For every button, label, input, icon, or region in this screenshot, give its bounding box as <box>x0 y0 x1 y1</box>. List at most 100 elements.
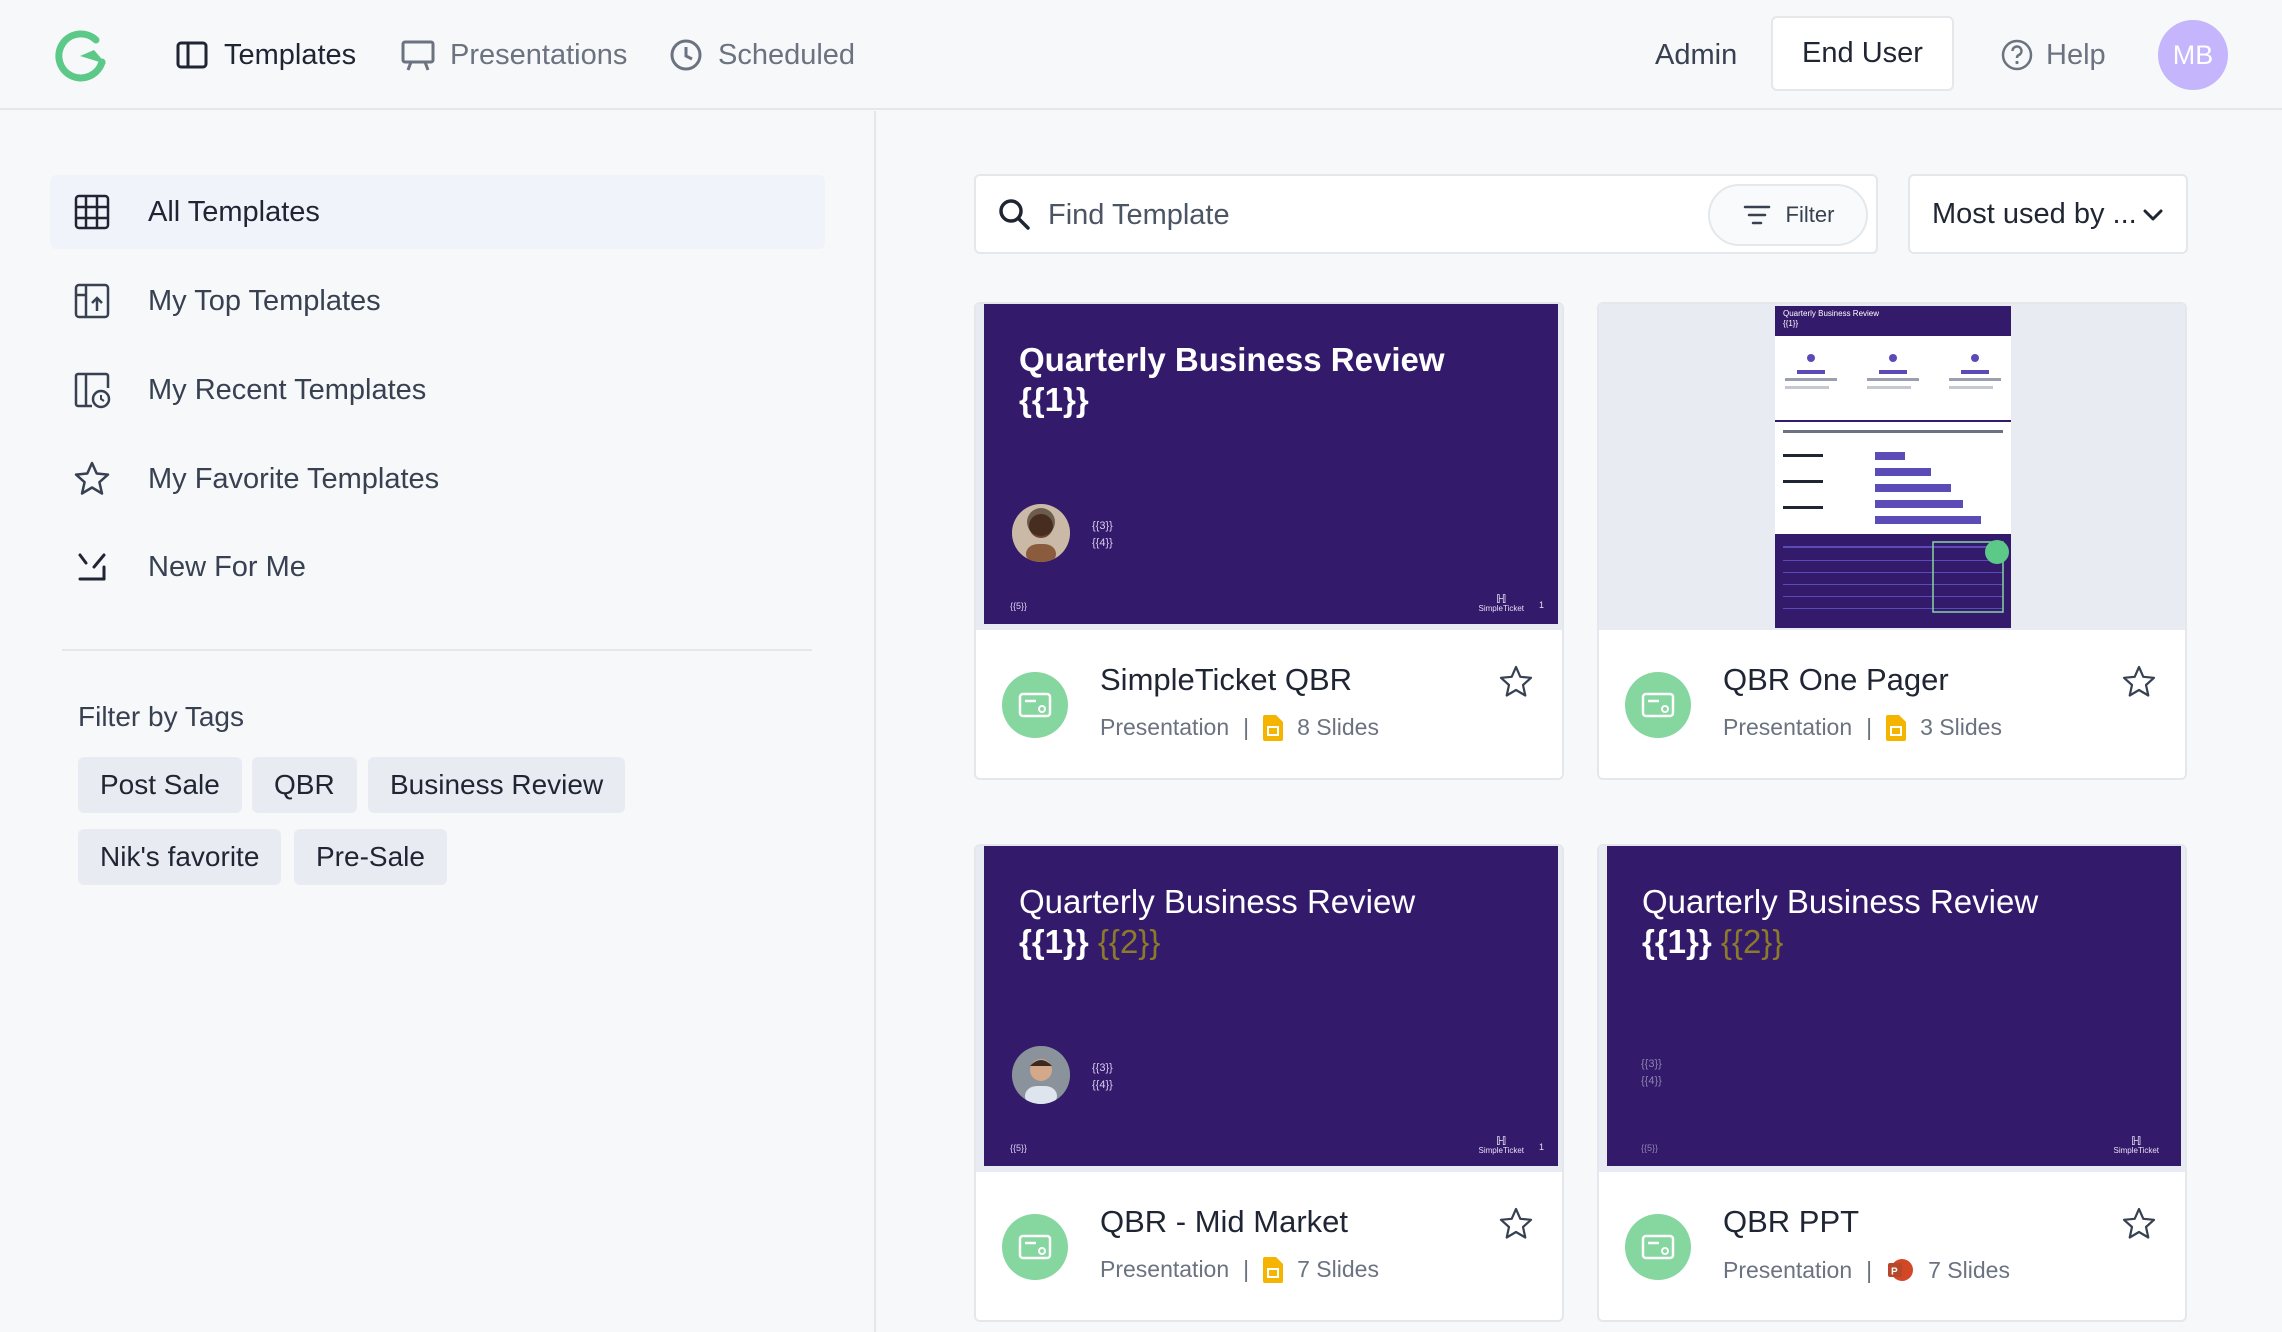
tag-post-sale[interactable]: Post Sale <box>78 757 242 813</box>
search-icon <box>999 199 1030 230</box>
favorite-star-icon[interactable] <box>1498 664 1534 700</box>
filter-by-tags-title: Filter by Tags <box>78 701 244 732</box>
svg-text:P: P <box>1891 1267 1898 1278</box>
google-slides-icon <box>1886 714 1907 741</box>
favorite-star-icon[interactable] <box>2121 664 2157 700</box>
tag-niks-favorite[interactable]: Nik's favorite <box>78 829 282 885</box>
template-thumbnail[interactable]: Quarterly Business Review {{1}} {{3}} {{… <box>976 304 1562 630</box>
sidebar-divider <box>62 649 812 651</box>
presenter-photo <box>1012 504 1070 562</box>
top-templates-icon <box>74 283 110 319</box>
template-card-info: QBR PPT Presentation | P 7 Slides <box>1599 1172 2185 1320</box>
admin-link[interactable]: Admin <box>1655 30 1737 80</box>
slide-brand-name: SimpleTicket <box>2113 1146 2160 1155</box>
slide-title-line: Quarterly Business Review <box>1019 341 1445 378</box>
template-meta: Presentation | P 7 Slides <box>1723 1256 2010 1284</box>
filter-button[interactable]: Filter <box>1708 184 1868 246</box>
user-avatar[interactable]: MB <box>2158 20 2228 90</box>
google-slides-icon <box>1263 1256 1284 1283</box>
template-card-info: QBR One Pager Presentation | 3 Slides <box>1599 630 2185 778</box>
slide-placeholder: {{4}} <box>1092 537 1113 549</box>
slide-placeholder: {{4}} <box>1092 1079 1113 1091</box>
chevron-down-icon <box>2143 209 2163 221</box>
sidebar-item-top-templates[interactable]: My Top Templates <box>50 264 825 338</box>
google-slides-icon <box>1263 714 1284 741</box>
tag-qbr[interactable]: QBR <box>252 757 357 813</box>
template-thumbnail[interactable]: Quarterly Business Review {{1}} <box>1599 304 2185 630</box>
grid-icon <box>74 194 110 230</box>
favorite-star-icon[interactable] <box>2121 1206 2157 1242</box>
sidebar-item-label: My Top Templates <box>148 284 381 317</box>
template-card[interactable]: Quarterly Business Review {{1}} {{2}} {{… <box>974 844 1564 1322</box>
nav-presentations[interactable]: Presentations <box>400 30 627 80</box>
slide-page-number: 1 <box>1538 1142 1544 1152</box>
meta-separator: | <box>1243 1256 1250 1282</box>
sidebar-item-label: All Templates <box>148 195 320 228</box>
slide-title-placeholder: {{1}} <box>1019 381 1089 418</box>
sidebar-item-all-templates[interactable]: All Templates <box>50 175 825 249</box>
slide-placeholder: {{3}} <box>1092 1062 1113 1074</box>
meta-separator: | <box>1866 714 1873 740</box>
slide-brand-logo: ℍ SimpleTicket <box>1478 592 1525 613</box>
slide-title: Quarterly Business Review {{1}} <box>1019 340 1445 420</box>
help-label: Help <box>2046 38 2106 71</box>
template-type: Presentation <box>1100 714 1230 740</box>
nav-scheduled[interactable]: Scheduled <box>668 30 855 80</box>
slide-title-line: Quarterly Business Review <box>1019 883 1416 920</box>
app-logo-icon[interactable] <box>50 26 112 84</box>
template-card-info: QBR - Mid Market Presentation | 7 Slides <box>976 1172 1562 1320</box>
meta-separator: | <box>1243 714 1250 740</box>
sort-dropdown[interactable]: Most used by ... <box>1908 174 2188 254</box>
slide-placeholder: {{3}} <box>1641 1058 1662 1070</box>
tag-pre-sale[interactable]: Pre-Sale <box>294 829 447 885</box>
slide-page-number: 1 <box>1538 600 1544 610</box>
template-title[interactable]: SimpleTicket QBR <box>1100 662 1352 698</box>
template-type: Presentation <box>1723 1256 1853 1283</box>
template-meta: Presentation | 7 Slides <box>1100 1256 1379 1283</box>
clock-icon <box>670 39 702 71</box>
slide-title-placeholder: {{1}} <box>1019 923 1089 960</box>
nav-templates[interactable]: Templates <box>174 30 356 80</box>
slide-count: 8 Slides <box>1297 714 1379 740</box>
nav-templates-label: Templates <box>224 38 357 71</box>
template-thumbnail[interactable]: Quarterly Business Review {{1}} {{2}} {{… <box>976 846 1562 1172</box>
sidebar-item-favorite-templates[interactable]: My Favorite Templates <box>50 442 825 516</box>
slide-brand-logo: ℍ SimpleTicket <box>2113 1134 2160 1155</box>
slide-title-placeholder: {{1}} <box>1642 923 1712 960</box>
nav-presentations-label: Presentations <box>450 38 628 71</box>
sidebar-item-new-for-me[interactable]: New For Me <box>50 530 825 604</box>
slide-footer-placeholder: {{5}} <box>1010 1143 1028 1153</box>
slide-title: Quarterly Business Review {{1}} {{2}} <box>1642 882 2038 962</box>
presenter-photo <box>1012 1046 1070 1104</box>
favorite-star-icon[interactable] <box>1498 1206 1534 1242</box>
help-link[interactable]: Help <box>2000 30 2106 80</box>
end-user-button[interactable]: End User <box>1771 16 1954 91</box>
help-icon <box>2001 39 2033 71</box>
template-type: Presentation <box>1100 1256 1230 1282</box>
template-card-info: SimpleTicket QBR Presentation | 8 Slides <box>976 630 1562 778</box>
slide-count: 7 Slides <box>1928 1256 2010 1283</box>
slide-preview: Quarterly Business Review {{1}} {{2}} {{… <box>1607 846 2181 1166</box>
template-meta: Presentation | 3 Slides <box>1723 714 2002 741</box>
sidebar-item-label: New For Me <box>148 550 306 583</box>
sort-selected-value: Most used by ... <box>1932 197 2137 230</box>
slide-title-placeholder: {{1}} <box>1783 319 1798 328</box>
sidebar-item-label: My Recent Templates <box>148 373 427 406</box>
template-meta: Presentation | 8 Slides <box>1100 714 1379 741</box>
tag-business-review[interactable]: Business Review <box>368 757 626 813</box>
template-thumbnail[interactable]: Quarterly Business Review {{1}} {{2}} {{… <box>1599 846 2185 1172</box>
template-card[interactable]: Quarterly Business Review {{1}} {{3}} {{… <box>974 302 1564 780</box>
template-title[interactable]: QBR - Mid Market <box>1100 1204 1348 1240</box>
slide-footer-placeholder: {{5}} <box>1641 1143 1659 1153</box>
template-title[interactable]: QBR PPT <box>1723 1204 1859 1240</box>
search-bar: Filter <box>974 174 1878 254</box>
slide-placeholder: {{4}} <box>1641 1075 1662 1087</box>
template-card[interactable]: Quarterly Business Review {{1}} QBR One … <box>1597 302 2187 780</box>
slide-count: 7 Slides <box>1297 1256 1379 1282</box>
search-input[interactable] <box>1048 190 1668 240</box>
template-card[interactable]: Quarterly Business Review {{1}} {{2}} {{… <box>1597 844 2187 1322</box>
sidebar-item-recent-templates[interactable]: My Recent Templates <box>50 353 825 427</box>
slide-brand-name: SimpleTicket <box>1478 1146 1525 1155</box>
template-title[interactable]: QBR One Pager <box>1723 662 1949 698</box>
new-icon <box>78 553 106 581</box>
